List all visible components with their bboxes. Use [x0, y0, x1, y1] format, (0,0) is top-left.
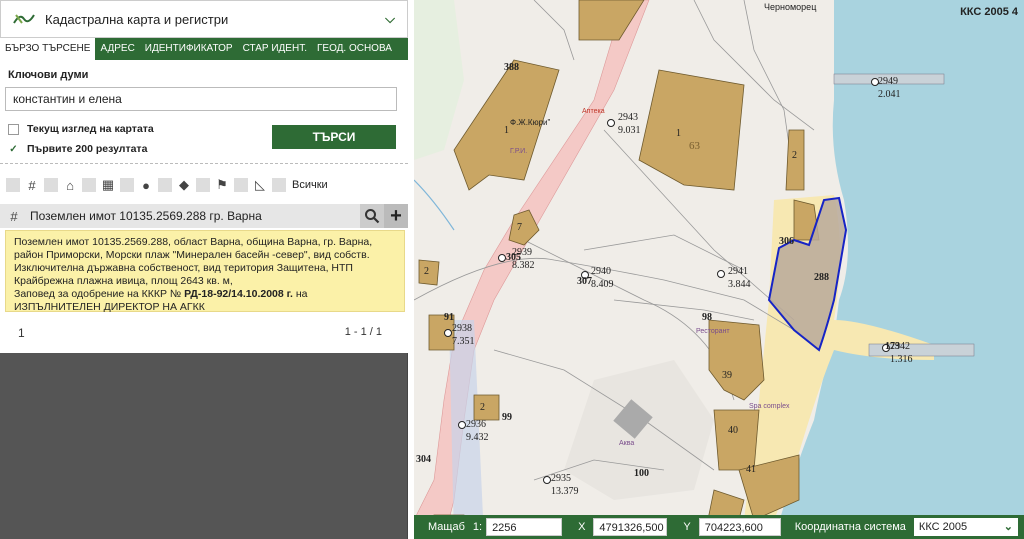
result-order-number: РД-18-92/14.10.2008 г. — [184, 288, 293, 300]
app-header[interactable]: Кадастрална карта и регистри ⌵ — [0, 0, 408, 38]
filter-checkbox-parcels[interactable] — [6, 178, 20, 192]
pin-icon: ● — [142, 177, 150, 193]
filter-checkbox-addresses[interactable] — [120, 178, 134, 192]
crs-select[interactable]: ККС 2005 ⌄ — [913, 518, 1018, 536]
map-status-bar: Мащаб 1: 2256 X 4791326,500 Y 704223,600… — [414, 515, 1024, 539]
current-view-checkbox[interactable] — [8, 123, 19, 135]
filter-checkbox-geodetic[interactable] — [196, 178, 210, 192]
first200-label: Първите 200 резултата — [27, 143, 148, 155]
left-panel: Кадастрална карта и регистри ⌵ БЪРЗО ТЪР… — [0, 0, 408, 539]
building-39 — [708, 319, 765, 401]
scale-prefix: 1: — [472, 521, 483, 533]
zoom-to-search-icon[interactable] — [360, 204, 384, 228]
flag-icon: ⚑ — [216, 177, 228, 192]
result-description: Поземлен имот 10135.2569.288, област Вар… — [14, 236, 373, 287]
y-coordinate-field[interactable]: 704223,600 — [698, 518, 781, 536]
crs-select-label: Координатна система — [794, 521, 906, 533]
pagination: 1 1 - 1 / 1 — [0, 320, 408, 346]
current-view-label: Текущ изглед на картата — [27, 123, 154, 135]
tab-old-identifier[interactable]: СТАР ИДЕНТ. — [238, 38, 312, 60]
scale-label: Мащаб — [428, 521, 465, 533]
filter-checkbox-buildings[interactable] — [44, 178, 58, 192]
first200-option[interactable]: ✓ Първите 200 резултата — [8, 143, 147, 155]
home-icon: ⌂ — [66, 177, 74, 193]
polygon-icon: ◺ — [255, 177, 265, 192]
first200-checkbox[interactable]: ✓ — [8, 144, 19, 155]
building-1 — [453, 59, 560, 191]
layers-icon: ◆ — [179, 177, 189, 192]
keywords-label: Ключови думи — [8, 69, 89, 81]
stream-line — [414, 179, 455, 231]
map-crs-label: ККС 2005 4 — [960, 6, 1018, 18]
filter-all-label: Всички — [292, 179, 328, 191]
app-title: Кадастрална карта и регистри — [45, 11, 229, 27]
tab-quick-search[interactable]: БЪРЗО ТЪРСЕНЕ — [0, 38, 96, 60]
x-label: X — [578, 521, 586, 533]
cadastral-map[interactable]: 388 1 1 63 2 306 288 305 2 7 307 98 91 9… — [414, 0, 1024, 539]
crs-select-value: ККС 2005 — [918, 521, 968, 533]
tab-address[interactable]: АДРЕС — [95, 38, 139, 60]
map-canvas[interactable] — [414, 0, 1024, 539]
building-40 — [713, 409, 760, 471]
building-2-sw — [473, 394, 500, 421]
tab-identifier[interactable]: ИДЕНТИФИКАТОР — [140, 38, 238, 60]
blue-road — [449, 320, 484, 539]
building-small-w — [418, 259, 440, 286]
tab-geodetic-base[interactable]: ГЕОД. ОСНОВА — [312, 38, 397, 60]
building-2-north — [785, 129, 805, 191]
apartment-icon: ▦ — [101, 177, 115, 192]
grid-icon: # — [10, 208, 18, 224]
x-coordinate-field[interactable]: 4791326,500 — [593, 518, 668, 536]
page-number[interactable]: 1 — [18, 326, 25, 340]
filter-checkbox-layers[interactable] — [158, 178, 172, 192]
filter-checkbox-regulations[interactable] — [234, 178, 248, 192]
result-details: Поземлен имот 10135.2569.288, област Вар… — [5, 230, 405, 313]
search-panel: Кадастрална карта и регистри ⌵ БЪРЗО ТЪР… — [0, 0, 408, 353]
result-order-prefix: Заповед за одобрение на КККР № — [14, 288, 182, 300]
expand-plus-icon[interactable]: + — [384, 204, 408, 228]
cadastre-logo-icon — [9, 9, 39, 29]
grid-icon: # — [28, 177, 36, 193]
building-63 — [638, 69, 745, 191]
result-range: 1 - 1 / 1 — [344, 326, 382, 338]
filter-checkbox-units[interactable] — [82, 178, 96, 192]
filter-checkbox-all[interactable] — [272, 178, 286, 192]
result-header[interactable]: # Поземлен имот 10135.2569.288 гр. Варна… — [0, 204, 408, 228]
keywords-input[interactable] — [5, 87, 397, 111]
result-title: Поземлен имот 10135.2569.288 гр. Варна — [30, 209, 262, 223]
pier — [833, 73, 945, 85]
green-area — [414, 0, 464, 160]
search-tabs: БЪРЗО ТЪРСЕНЕ АДРЕС ИДЕНТИФИКАТОР СТАР И… — [0, 38, 408, 60]
result-type-filters: # ⌂ ▦ ● ◆ ⚑ ◺ Всички — [6, 176, 328, 194]
divider — [0, 163, 408, 164]
chevron-down-icon[interactable]: ⌵ — [379, 11, 401, 27]
search-button[interactable]: ТЪРСИ — [272, 125, 396, 149]
chevron-down-icon: ⌄ — [1003, 521, 1013, 533]
y-label: Y — [683, 521, 691, 533]
current-view-option[interactable]: Текущ изглед на картата — [8, 123, 154, 135]
scale-input[interactable]: 2256 — [486, 518, 563, 536]
